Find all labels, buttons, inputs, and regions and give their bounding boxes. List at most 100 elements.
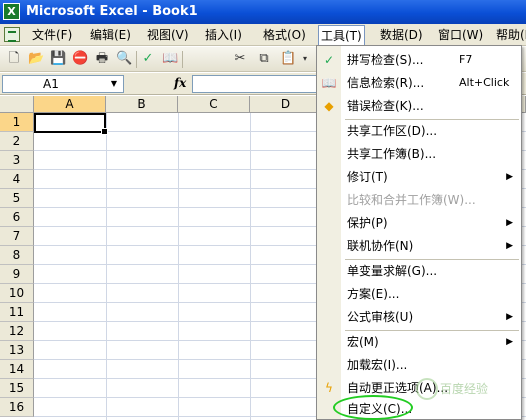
menu-item-add-ins[interactable]: 加载宏(I)... xyxy=(317,354,521,377)
menu-item-label: 公式审核(U) xyxy=(347,310,414,324)
row-header-16[interactable]: 16 xyxy=(0,398,34,417)
menu-file[interactable]: 文件(F) xyxy=(30,26,74,44)
copy-icon[interactable]: ⧉ xyxy=(256,51,272,67)
menu-item-shortcut: F7 xyxy=(459,53,473,66)
menu-item-label: 加载宏(I)... xyxy=(347,358,408,372)
menu-item-goal-seek[interactable]: 单变量求解(G)... xyxy=(317,260,521,283)
name-box-value: A1 xyxy=(43,77,59,91)
open-icon[interactable]: 📂 xyxy=(28,51,44,67)
paste-icon[interactable]: 📋 xyxy=(280,51,296,67)
spelling-icon[interactable]: ✓ xyxy=(140,51,156,67)
toolbar-separator xyxy=(182,51,183,68)
column-header-c[interactable]: C xyxy=(178,96,250,113)
menu-format[interactable]: 格式(O) xyxy=(261,26,308,44)
menu-item-label: 信息检索(R)... xyxy=(347,76,425,90)
menu-insert[interactable]: 插入(I) xyxy=(203,26,244,44)
row-header-14[interactable]: 14 xyxy=(0,360,34,379)
submenu-arrow-icon: ▶ xyxy=(506,337,513,347)
new-icon[interactable]: 🗋 xyxy=(6,51,22,67)
menu-item-shortcut: Alt+Click xyxy=(459,76,510,89)
row-header-10[interactable]: 10 xyxy=(0,284,34,303)
submenu-arrow-icon: ▶ xyxy=(506,312,513,322)
menu-item-share-workbook[interactable]: 共享工作簿(B)... xyxy=(317,143,521,166)
row-header-15[interactable]: 15 xyxy=(0,379,34,398)
menu-item-scenarios[interactable]: 方案(E)... xyxy=(317,283,521,306)
menu-view[interactable]: 视图(V) xyxy=(145,26,191,44)
title-bar: X Microsoft Excel - Book1 xyxy=(0,0,526,24)
menu-item-compare-merge: 比较和合并工作簿(W)... xyxy=(317,189,521,212)
grid-line xyxy=(106,113,107,420)
column-header-d[interactable]: D xyxy=(250,96,322,113)
watermark: 百度经验 xyxy=(416,376,506,406)
row-header-9[interactable]: 9 xyxy=(0,265,34,284)
menu-bar: 文件(F) 编辑(E) 视图(V) 插入(I) 格式(O) 工具(T) 数据(D… xyxy=(0,24,526,47)
row-header-5[interactable]: 5 xyxy=(0,189,34,208)
tools-menu-dropdown: ✓ 拼写检查(S)... F7 📖 信息检索(R)... Alt+Click ◆… xyxy=(316,45,522,420)
research-icon: 📖 xyxy=(321,76,337,90)
row-header-11[interactable]: 11 xyxy=(0,303,34,322)
row-header-7[interactable]: 7 xyxy=(0,227,34,246)
menu-window[interactable]: 窗口(W) xyxy=(436,26,485,44)
select-all-corner[interactable] xyxy=(0,96,34,113)
menu-item-label: 错误检查(K)... xyxy=(347,99,424,113)
menu-item-label: 联机协作(N) xyxy=(347,239,414,253)
name-box[interactable]: A1 ▼ xyxy=(2,75,124,93)
menu-item-label: 单变量求解(G)... xyxy=(347,264,438,278)
row-header-6[interactable]: 6 xyxy=(0,208,34,227)
print-icon[interactable]: 🖶 xyxy=(94,51,110,67)
spelling-icon: ✓ xyxy=(323,53,335,67)
watermark-text: 百度经验 xyxy=(440,382,489,396)
menu-item-label: 保护(P) xyxy=(347,216,388,230)
row-header-1[interactable]: 1 xyxy=(0,113,34,132)
toolbar-separator xyxy=(136,51,137,68)
grid-line xyxy=(178,113,179,420)
active-cell-a1[interactable] xyxy=(34,113,108,135)
save-icon[interactable]: 💾 xyxy=(50,51,66,67)
menu-item-macro[interactable]: 宏(M) ▶ xyxy=(317,331,521,354)
menu-item-online-collaboration[interactable]: 联机协作(N) ▶ xyxy=(317,235,521,258)
error-check-icon: ◆ xyxy=(324,99,334,113)
menu-data[interactable]: 数据(D) xyxy=(378,26,425,44)
row-header-8[interactable]: 8 xyxy=(0,246,34,265)
menu-item-error-check[interactable]: ◆ 错误检查(K)... xyxy=(317,95,521,118)
highlight-ellipse xyxy=(333,395,413,420)
menu-item-track-changes[interactable]: 修订(T) ▶ xyxy=(317,166,521,189)
menu-tools[interactable]: 工具(T) xyxy=(318,25,365,47)
row-header-13[interactable]: 13 xyxy=(0,341,34,360)
excel-app-icon[interactable]: X xyxy=(3,3,20,20)
row-header-4[interactable]: 4 xyxy=(0,170,34,189)
permission-icon[interactable]: ⛔ xyxy=(72,51,88,67)
autocorrect-icon: ϟ xyxy=(325,381,333,395)
menu-edit[interactable]: 编辑(E) xyxy=(88,26,133,44)
print-preview-icon[interactable]: 🔍 xyxy=(116,51,132,67)
window-title: Microsoft Excel - Book1 xyxy=(26,4,198,19)
submenu-arrow-icon: ▶ xyxy=(506,172,513,182)
workbook-icon[interactable] xyxy=(4,27,20,42)
menu-item-spelling[interactable]: ✓ 拼写检查(S)... F7 xyxy=(317,49,521,72)
menu-item-protection[interactable]: 保护(P) ▶ xyxy=(317,212,521,235)
chevron-down-icon[interactable]: ▼ xyxy=(107,77,121,91)
menu-item-label: 宏(M) xyxy=(347,335,379,349)
column-header-b[interactable]: B xyxy=(106,96,178,113)
cut-icon[interactable]: ✂ xyxy=(232,51,248,67)
menu-help[interactable]: 帮助(H) xyxy=(494,26,526,44)
menu-item-label: 方案(E)... xyxy=(347,287,400,301)
menu-item-label: 共享工作簿(B)... xyxy=(347,147,437,161)
row-header-3[interactable]: 3 xyxy=(0,151,34,170)
research-icon[interactable]: 📖 xyxy=(162,51,178,67)
submenu-arrow-icon: ▶ xyxy=(506,241,513,251)
menu-item-label: 修订(T) xyxy=(347,170,388,184)
menu-item-formula-auditing[interactable]: 公式审核(U) ▶ xyxy=(317,306,521,329)
insert-function-icon[interactable]: fx xyxy=(174,76,186,90)
watermark-logo-icon xyxy=(416,378,438,400)
submenu-arrow-icon: ▶ xyxy=(506,218,513,228)
menu-item-label: 比较和合并工作簿(W)... xyxy=(347,193,476,207)
menu-item-research[interactable]: 📖 信息检索(R)... Alt+Click xyxy=(317,72,521,95)
formula-input[interactable] xyxy=(192,75,322,93)
column-header-a[interactable]: A xyxy=(34,96,106,113)
grid-line xyxy=(250,113,251,420)
row-header-2[interactable]: 2 xyxy=(0,132,34,151)
row-header-12[interactable]: 12 xyxy=(0,322,34,341)
paste-dropdown-icon[interactable]: ▾ xyxy=(297,51,313,67)
menu-item-shared-workspace[interactable]: 共享工作区(D)... xyxy=(317,120,521,143)
